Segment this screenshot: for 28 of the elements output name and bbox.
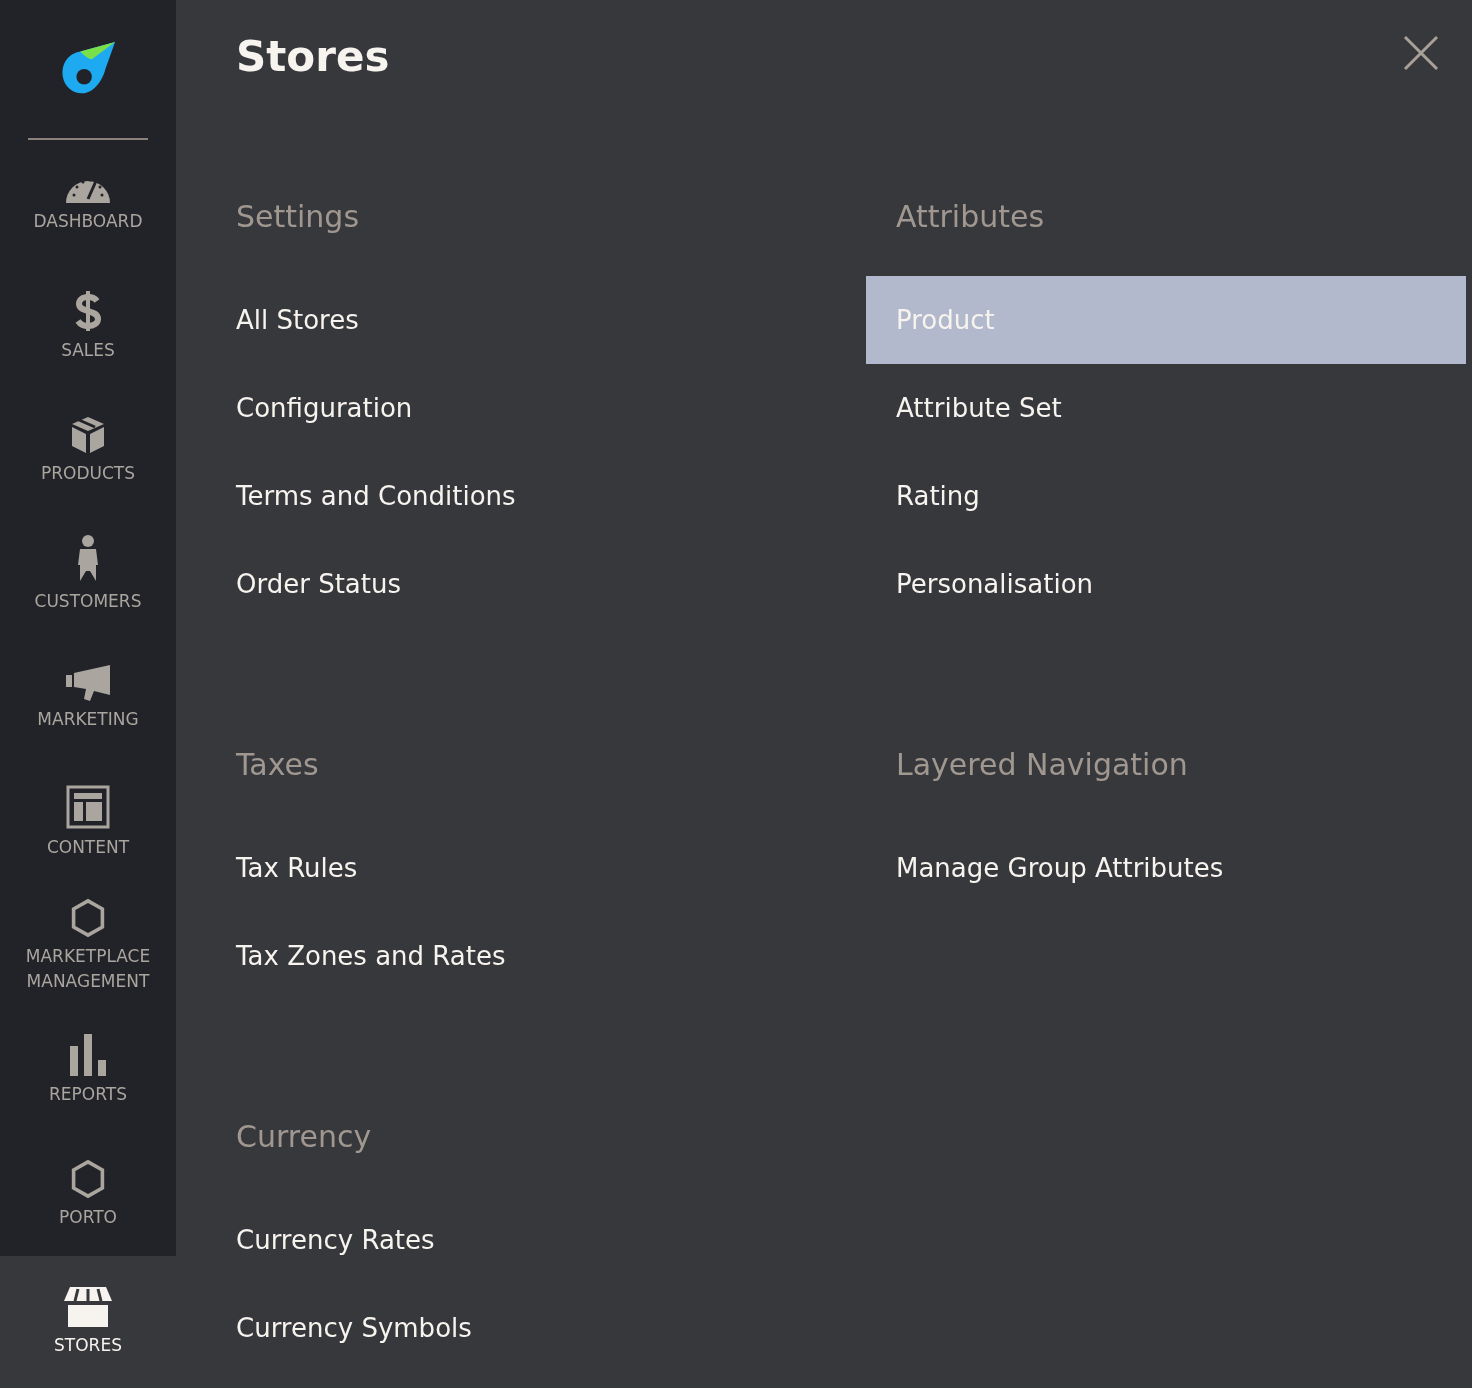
nav-item[interactable]: PORTO <box>0 1132 176 1256</box>
menu-link[interactable]: All Stores <box>206 276 866 364</box>
section-heading: Layered Navigation <box>896 746 1189 784</box>
section-heading: Attributes <box>896 198 1046 236</box>
nav-item[interactable]: PRODUCTS <box>0 388 176 512</box>
menu-link[interactable]: Terms and Conditions <box>206 452 866 540</box>
menu-link[interactable]: Personalisation <box>866 540 1466 628</box>
menu-link[interactable]: Tax Rules <box>206 824 866 912</box>
menu-link[interactable]: Tax Zones and Rates <box>206 912 866 1000</box>
panel-title: Stores <box>236 31 390 83</box>
section-heading: Currency <box>236 1118 373 1156</box>
menu-link[interactable]: Order Status <box>206 540 866 628</box>
section-heading: Settings <box>236 198 361 236</box>
nav-item[interactable]: MARKETPLACE MANAGEMENT <box>0 884 176 1008</box>
nav-item[interactable]: STORES <box>0 1256 176 1388</box>
nav-item[interactable]: CUSTOMERS <box>0 512 176 636</box>
section-heading: Taxes <box>236 746 320 784</box>
menu-link[interactable]: Currency Symbols <box>206 1284 866 1372</box>
menu-link[interactable]: Currency Rates <box>206 1196 866 1284</box>
nav-item[interactable]: DASHBOARD <box>0 140 176 264</box>
nav-item[interactable]: SALES <box>0 264 176 388</box>
nav-item[interactable]: CONTENT <box>0 760 176 884</box>
menu-link[interactable]: Attribute Set <box>866 364 1466 452</box>
menu-link[interactable]: Rating <box>866 452 1466 540</box>
nav-item[interactable]: REPORTS <box>0 1008 176 1132</box>
nav-item[interactable]: MARKETING <box>0 636 176 760</box>
menu-link[interactable]: Manage Group Attributes <box>866 824 1466 912</box>
menu-link[interactable]: Configuration <box>206 364 866 452</box>
